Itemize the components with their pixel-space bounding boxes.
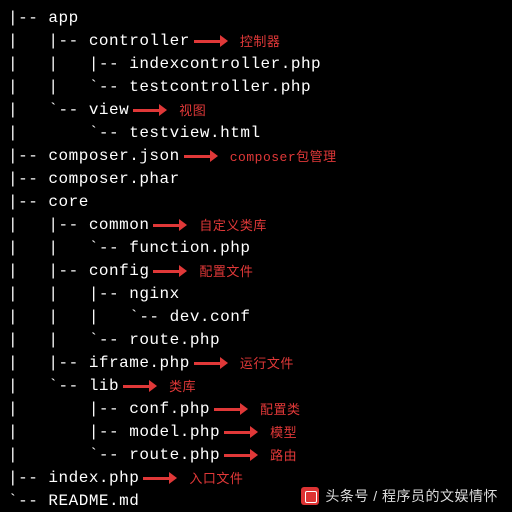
tree-row: | |-- common 自定义类库 xyxy=(8,213,504,236)
arrow-right-icon xyxy=(194,37,228,45)
tree-row: | `-- route.php 路由 xyxy=(8,443,504,466)
tree-item-name: nginx xyxy=(129,285,180,303)
tree-row: | | | `-- dev.conf xyxy=(8,305,504,328)
tree-prefix: | | |-- xyxy=(8,55,129,73)
tree-prefix: |-- xyxy=(8,170,48,188)
tree-item-name: core xyxy=(48,193,88,211)
tree-row: | |-- conf.php 配置类 xyxy=(8,397,504,420)
tree-row: | `-- lib 类库 xyxy=(8,374,504,397)
tree-row: |-- composer.phar xyxy=(8,167,504,190)
arrow-right-icon xyxy=(133,106,167,114)
tree-row: | | `-- route.php xyxy=(8,328,504,351)
annotation-label: 路由 xyxy=(270,445,297,464)
tree-prefix: | |-- xyxy=(8,32,89,50)
toutiao-logo-icon xyxy=(301,487,319,505)
watermark-name: 程序员的文娱情怀 xyxy=(382,488,498,504)
annotation-label: 运行文件 xyxy=(240,353,294,372)
arrow-right-icon xyxy=(224,451,258,459)
tree-row: |-- composer.json composer包管理 xyxy=(8,144,504,167)
tree-item-name: model.php xyxy=(129,423,220,441)
tree-prefix: |-- xyxy=(8,469,48,487)
tree-row: | |-- controller 控制器 xyxy=(8,29,504,52)
annotation-label: 入口文件 xyxy=(189,468,243,487)
tree-item-name: route.php xyxy=(129,331,220,349)
arrow-right-icon xyxy=(194,359,228,367)
arrow-right-icon xyxy=(153,221,187,229)
tree-item-name: config xyxy=(89,262,150,280)
arrow-right-icon xyxy=(153,267,187,275)
tree-item-name: composer.json xyxy=(48,147,179,165)
tree-prefix: | |-- xyxy=(8,400,129,418)
annotation-label: 控制器 xyxy=(240,31,281,50)
tree-prefix: | | `-- xyxy=(8,331,129,349)
tree-prefix: | | | `-- xyxy=(8,308,170,326)
tree-prefix: |-- xyxy=(8,147,48,165)
annotation-label: 配置文件 xyxy=(199,261,253,280)
watermark-prefix: 头条号 / xyxy=(325,488,382,504)
arrow-right-icon xyxy=(143,474,177,482)
tree-item-name: function.php xyxy=(129,239,250,257)
tree-prefix: | | |-- xyxy=(8,285,129,303)
arrow-right-icon xyxy=(214,405,248,413)
tree-prefix: | `-- xyxy=(8,124,129,142)
annotation-label: 自定义类库 xyxy=(199,215,267,234)
tree-prefix: `-- xyxy=(8,492,48,510)
tree-prefix: | `-- xyxy=(8,446,129,464)
watermark: 头条号 / 程序员的文娱情怀 xyxy=(301,486,498,506)
arrow-right-icon xyxy=(184,152,218,160)
tree-prefix: | | `-- xyxy=(8,78,129,96)
tree-prefix: | |-- xyxy=(8,216,89,234)
tree-item-name: dev.conf xyxy=(170,308,251,326)
tree-item-name: indexcontroller.php xyxy=(129,55,321,73)
annotation-label: 视图 xyxy=(179,100,206,119)
tree-prefix: |-- xyxy=(8,9,48,27)
directory-tree: |-- app | |-- controller 控制器 | | |-- indexc… xyxy=(8,6,504,512)
annotation-label: composer包管理 xyxy=(230,146,337,165)
tree-row: | | `-- testcontroller.php xyxy=(8,75,504,98)
tree-item-name: testcontroller.php xyxy=(129,78,311,96)
tree-item-name: testview.html xyxy=(129,124,260,142)
tree-row: | | |-- nginx xyxy=(8,282,504,305)
tree-item-name: view xyxy=(89,101,129,119)
annotation-label: 模型 xyxy=(270,422,297,441)
tree-row: |-- app xyxy=(8,6,504,29)
tree-row: |-- core xyxy=(8,190,504,213)
tree-item-name: index.php xyxy=(48,469,139,487)
tree-row: | |-- iframe.php 运行文件 xyxy=(8,351,504,374)
tree-row: | | |-- indexcontroller.php xyxy=(8,52,504,75)
tree-row: | `-- testview.html xyxy=(8,121,504,144)
tree-row: | `-- view 视图 xyxy=(8,98,504,121)
tree-row: | |-- model.php 模型 xyxy=(8,420,504,443)
tree-prefix: | `-- xyxy=(8,377,89,395)
tree-prefix: | |-- xyxy=(8,423,129,441)
tree-item-name: iframe.php xyxy=(89,354,190,372)
tree-row: | | `-- function.php xyxy=(8,236,504,259)
tree-item-name: controller xyxy=(89,32,190,50)
tree-prefix: | `-- xyxy=(8,101,89,119)
arrow-right-icon xyxy=(123,382,157,390)
tree-item-name: composer.phar xyxy=(48,170,179,188)
tree-item-name: README.md xyxy=(48,492,139,510)
tree-prefix: | |-- xyxy=(8,354,89,372)
tree-prefix: | | `-- xyxy=(8,239,129,257)
annotation-label: 类库 xyxy=(169,376,196,395)
tree-item-name: common xyxy=(89,216,150,234)
tree-item-name: conf.php xyxy=(129,400,210,418)
tree-prefix: | |-- xyxy=(8,262,89,280)
arrow-right-icon xyxy=(224,428,258,436)
annotation-label: 配置类 xyxy=(260,399,301,418)
tree-row: | |-- config 配置文件 xyxy=(8,259,504,282)
tree-item-name: app xyxy=(48,9,78,27)
tree-prefix: |-- xyxy=(8,193,48,211)
tree-item-name: lib xyxy=(89,377,119,395)
tree-item-name: route.php xyxy=(129,446,220,464)
